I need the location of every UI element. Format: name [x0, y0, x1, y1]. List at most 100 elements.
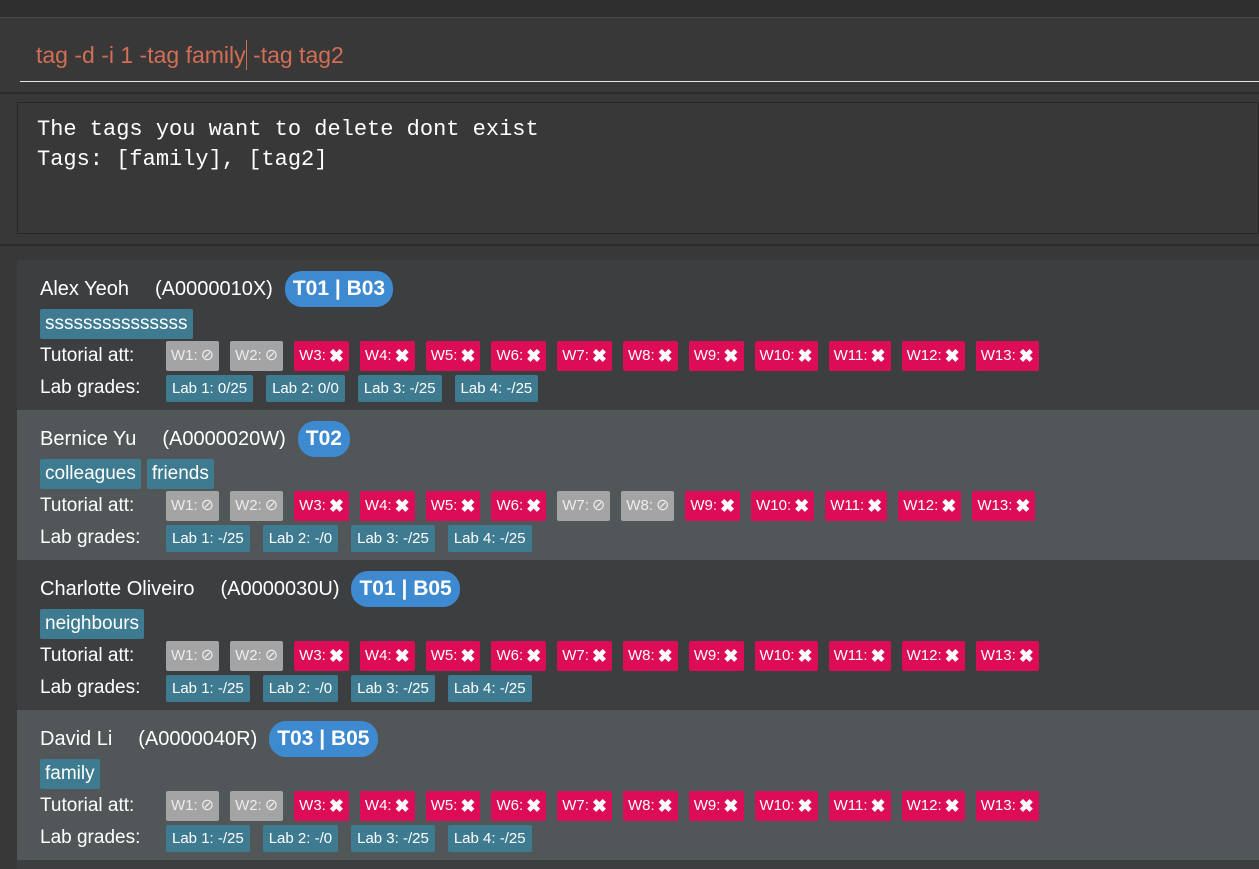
- week-label: W2:: [235, 647, 262, 664]
- week-label: W13:: [980, 797, 1016, 814]
- week-attendance-badge: W13: ✖: [975, 641, 1039, 671]
- tutorial-attendance-row: Tutorial att: W1: ⊘ W2: ⊘ W3: ✖ W4: ✖ W5: ✖ W6: ✖ W7:…: [40, 640, 1259, 672]
- circle-slash-icon: ⊘: [655, 497, 670, 514]
- lab-grade-badge: Lab 1: -/25: [166, 674, 250, 702]
- person-header: Alex Yeoh (A0000010X) T01 | B03: [40, 271, 1259, 307]
- lab-grades-label: Lab grades:: [40, 377, 141, 398]
- week-attendance-badge: W10: ✖: [754, 341, 818, 371]
- week-label: W2:: [235, 797, 262, 814]
- top-menu-strip: [0, 0, 1259, 18]
- week-attendance-badge: W11: ✖: [825, 491, 888, 521]
- week-attendance-badge: W10: ✖: [754, 641, 818, 671]
- person-card[interactable]: David Li (A0000040R) T03 | B05 family Tutori…: [17, 710, 1259, 860]
- lab-grades-label: Lab grades:: [40, 527, 141, 548]
- tutorial-attendance-label: Tutorial att:: [40, 795, 135, 816]
- week-attendance-badge: W12: ✖: [901, 791, 965, 821]
- week-label: W4:: [364, 347, 392, 364]
- lab-grade-badge: Lab 4: -/25: [447, 674, 532, 702]
- week-label: W4:: [364, 497, 392, 514]
- cross-icon: ✖: [394, 496, 410, 516]
- lab-grades-row: Lab grades: Lab 1: -/25 Lab 2: -/0 Lab 3: -…: [40, 672, 1259, 704]
- person-name: Bernice Yu: [40, 427, 137, 450]
- person-header: Charlotte Oliveiro (A0000030U) T01 | B05: [40, 571, 1259, 607]
- cross-icon: ✖: [870, 796, 886, 816]
- lab-grade-badge: Lab 2: 0/0: [266, 374, 345, 402]
- tutorial-attendance-label: Tutorial att:: [40, 645, 135, 666]
- week-attendance-badge: W9: ✖: [685, 491, 741, 521]
- group-badge: T02: [297, 421, 350, 457]
- cross-icon: ✖: [870, 646, 886, 666]
- week-label: W1:: [171, 647, 198, 664]
- circle-slash-icon: ⊘: [200, 647, 215, 664]
- week-label: W12:: [903, 497, 939, 514]
- cross-icon: ✖: [328, 346, 344, 366]
- week-attendance-badge: W3: ✖: [294, 641, 349, 671]
- command-input[interactable]: tag -d -i 1 -tag family -tag tag2: [20, 40, 1259, 82]
- week-label: W9:: [693, 797, 721, 814]
- week-label: W10:: [759, 647, 795, 664]
- week-attendance-badge: W5: ✖: [425, 791, 481, 821]
- cross-icon: ✖: [328, 496, 344, 516]
- week-attendance-badge: W9: ✖: [688, 791, 744, 821]
- week-label: W11:: [833, 797, 868, 814]
- week-label: W7:: [562, 797, 589, 814]
- circle-slash-icon: ⊘: [591, 497, 606, 514]
- week-label: W6:: [496, 347, 524, 364]
- week-attendance-badge: W6: ✖: [491, 791, 547, 821]
- command-text-after-caret: -tag tag2: [246, 42, 344, 68]
- week-label: W1:: [171, 347, 198, 364]
- lab-grades-row: Lab grades: Lab 1: 0/25 Lab 2: 0/0 Lab 3: -…: [40, 372, 1259, 404]
- person-card[interactable]: Bernice Yu (A0000020W) T02 colleagues friend…: [17, 410, 1259, 560]
- circle-slash-icon: ⊘: [264, 797, 279, 814]
- week-attendance-badge: W12: ✖: [901, 641, 965, 671]
- week-attendance-badge: W4: ✖: [359, 491, 415, 521]
- week-label: W9:: [693, 347, 721, 364]
- person-name: Alex Yeoh: [40, 277, 129, 300]
- week-label: W5:: [430, 797, 458, 814]
- week-attendance-badge: W1: ⊘: [166, 791, 220, 821]
- week-label: W9:: [693, 647, 721, 664]
- week-label: W9:: [690, 497, 718, 514]
- week-attendance-badge: W8: ✖: [622, 791, 678, 821]
- result-line-1: The tags you want to delete dont exist: [37, 117, 539, 142]
- week-label: W3:: [299, 347, 326, 364]
- student-id: (A0000030U): [220, 577, 340, 600]
- week-label: W13:: [980, 647, 1016, 664]
- week-attendance-badge: W2: ⊘: [230, 491, 284, 521]
- cross-icon: ✖: [526, 346, 542, 366]
- person-card[interactable]: Charlotte Oliveiro (A0000030U) T01 | B05 ne…: [17, 560, 1259, 710]
- group-badge: T01 | B03: [284, 271, 394, 307]
- week-label: W10:: [756, 497, 792, 514]
- cross-icon: ✖: [944, 796, 960, 816]
- week-label: W6:: [496, 497, 524, 514]
- week-label: W3:: [299, 797, 326, 814]
- person-card[interactable]: Alex Yeoh (A0000010X) T01 | B03 sssssssssss…: [17, 260, 1259, 410]
- week-attendance-badge: W11: ✖: [828, 641, 891, 671]
- person-list[interactable]: Alex Yeoh (A0000010X) T01 | B03 sssssssssss…: [17, 260, 1259, 860]
- cross-icon: ✖: [1018, 646, 1034, 666]
- week-attendance-badge: W3: ✖: [294, 791, 349, 821]
- student-id: (A0000020W): [162, 427, 286, 450]
- lab-grade-badge: Lab 1: -/25: [166, 524, 250, 552]
- cross-icon: ✖: [526, 646, 542, 666]
- cross-icon: ✖: [591, 346, 607, 366]
- week-label: W10:: [759, 347, 795, 364]
- cross-icon: ✖: [394, 646, 410, 666]
- lab-grade-badge: Lab 2: -/0: [262, 824, 339, 852]
- week-attendance-badge: W8: ✖: [622, 341, 678, 371]
- circle-slash-icon: ⊘: [200, 797, 215, 814]
- command-text-before-caret: tag -d -i 1 -tag family: [36, 42, 246, 68]
- person-name: Charlotte Oliveiro: [40, 577, 195, 600]
- week-label: W5:: [430, 347, 458, 364]
- week-label: W12:: [906, 797, 942, 814]
- cross-icon: ✖: [797, 796, 813, 816]
- cross-icon: ✖: [394, 796, 410, 816]
- week-label: W1:: [171, 497, 198, 514]
- cross-icon: ✖: [794, 496, 810, 516]
- circle-slash-icon: ⊘: [264, 497, 279, 514]
- cross-icon: ✖: [1018, 346, 1034, 366]
- week-label: W3:: [299, 497, 326, 514]
- lab-grade-badge: Lab 1: 0/25: [166, 374, 254, 402]
- week-label: W13:: [980, 347, 1016, 364]
- result-line-2: Tags: [family], [tag2]: [37, 147, 328, 172]
